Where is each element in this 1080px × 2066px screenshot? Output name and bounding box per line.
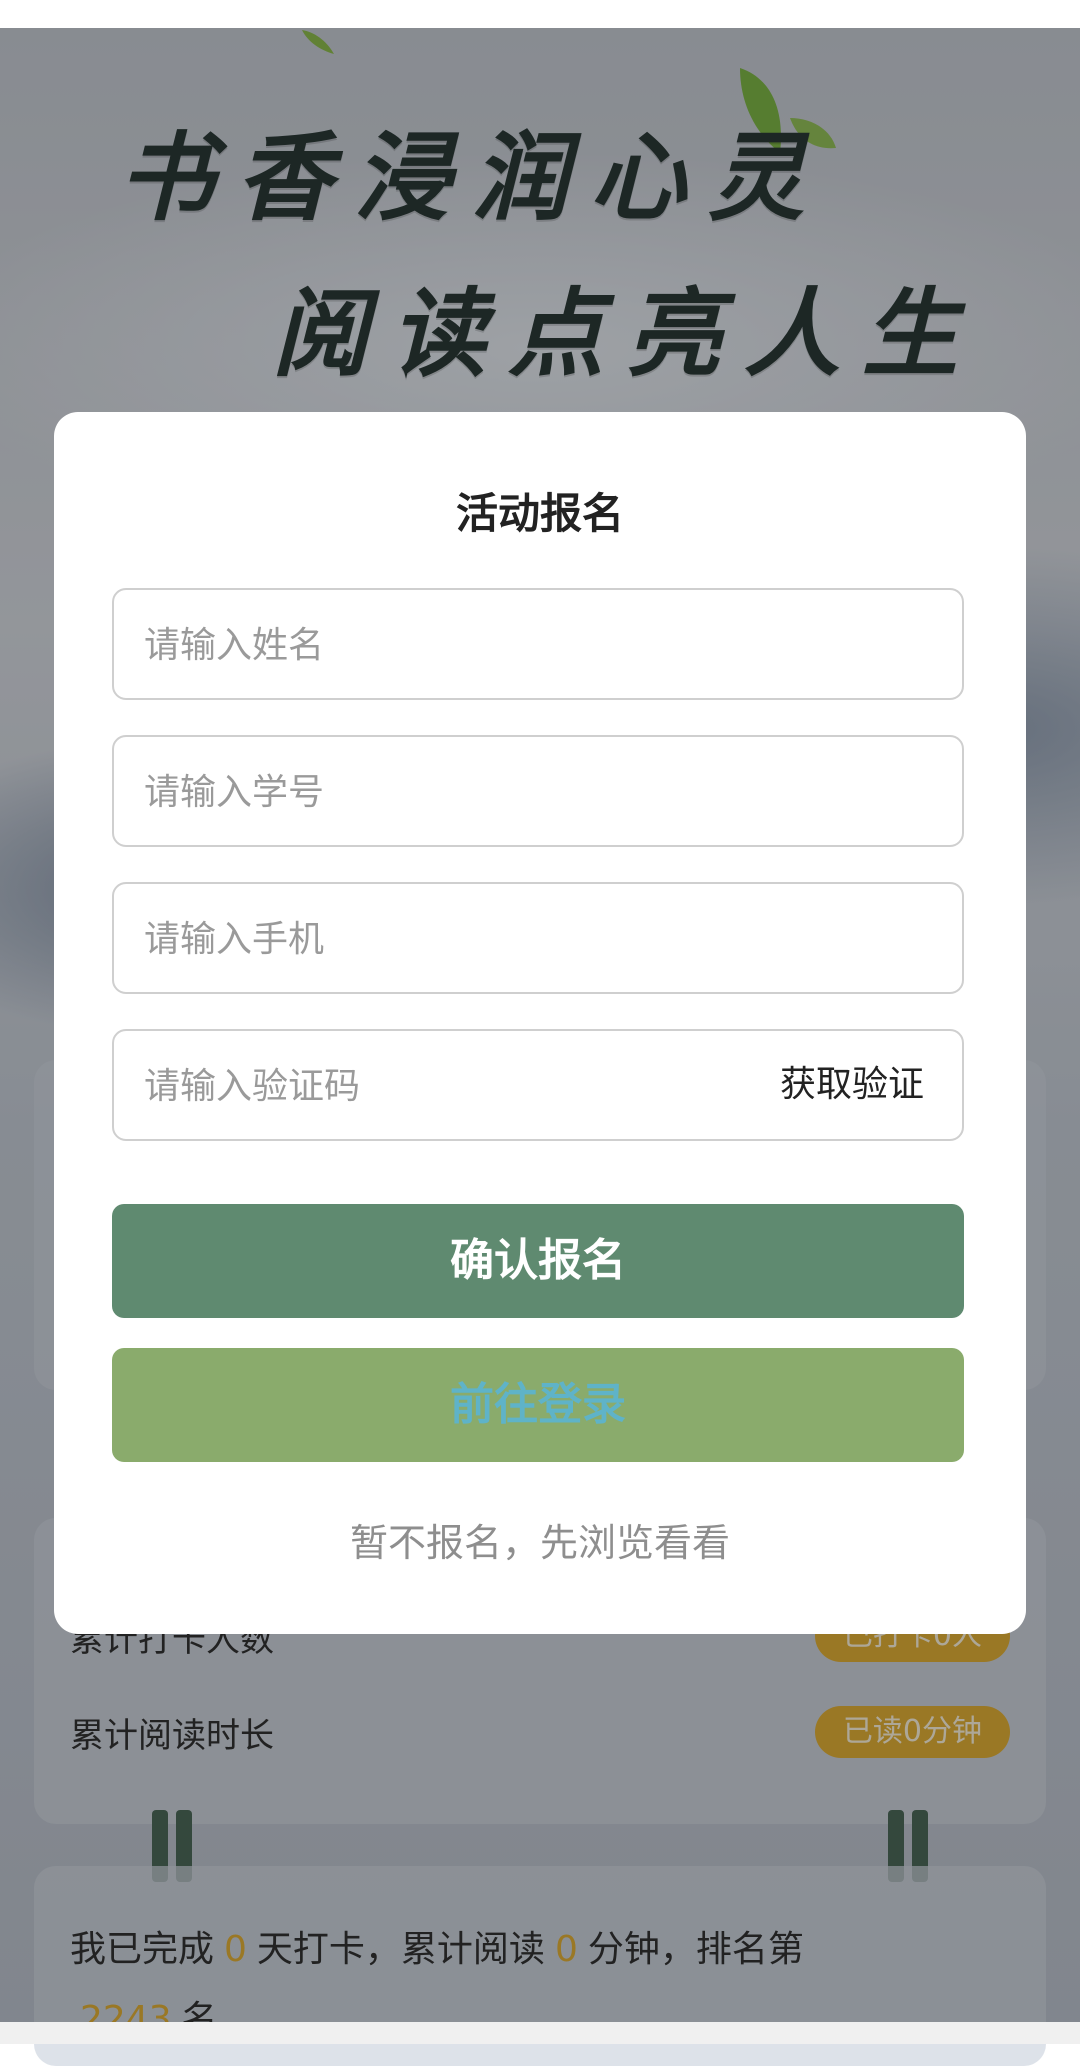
confirm-registration-button[interactable]: 确认报名 — [112, 1204, 964, 1318]
student-id-input[interactable] — [142, 737, 706, 847]
verification-code-input[interactable] — [142, 1031, 706, 1141]
phone-input[interactable] — [142, 884, 706, 994]
name-field — [112, 588, 964, 700]
skip-registration-link[interactable]: 暂不报名，先浏览看看 — [54, 1512, 1026, 1567]
bottom-bar-area — [0, 2022, 1080, 2044]
name-input[interactable] — [142, 590, 706, 700]
status-bar-area — [0, 0, 1080, 28]
get-code-button[interactable]: 获取验证 — [780, 1031, 924, 1139]
verification-code-field: 获取验证 — [112, 1029, 964, 1141]
registration-modal: 活动报名 获取验证 确认报名 前往登录 暂不报名，先浏览看看 — [54, 412, 1026, 1634]
student-id-field — [112, 735, 964, 847]
modal-title: 活动报名 — [455, 489, 624, 538]
go-to-login-button[interactable]: 前往登录 — [112, 1348, 964, 1462]
phone-field — [112, 882, 964, 994]
